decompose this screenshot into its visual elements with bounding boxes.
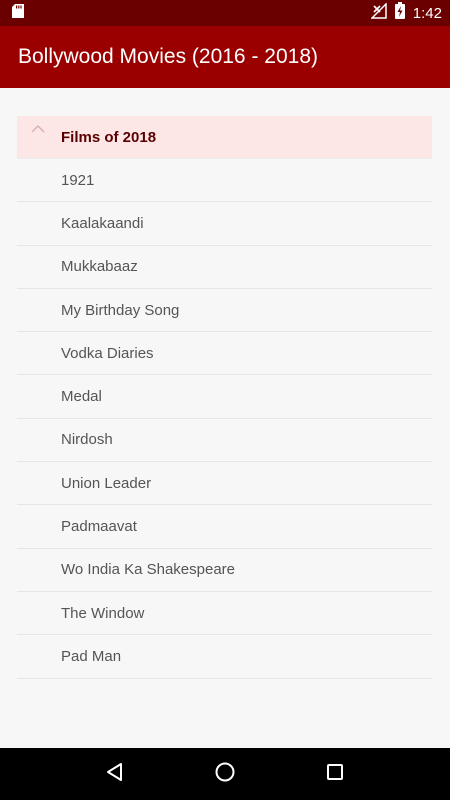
list-item[interactable]: Pad Man [17, 635, 432, 679]
list-item-label: Pad Man [61, 647, 122, 665]
battery-charging-icon [394, 2, 405, 24]
list-item[interactable]: Padmaavat [17, 505, 432, 549]
status-time: 1:42 [412, 4, 442, 22]
list-item[interactable]: 1921 [17, 159, 432, 203]
list-item[interactable]: Nirdosh [17, 419, 432, 463]
recents-icon [325, 762, 345, 787]
list-item-label: Nirdosh [61, 431, 113, 449]
list-item[interactable]: Wo India Ka Shakespeare [17, 549, 432, 592]
list-item[interactable]: The Window [17, 592, 432, 636]
status-bar: 1:42 [0, 0, 450, 26]
list-item[interactable]: Vodka Diaries [17, 332, 432, 376]
list-item-label: The Window [61, 604, 145, 622]
app-bar: Bollywood Movies (2016 - 2018) [0, 26, 450, 88]
list-item-label: Kaalakaandi [61, 214, 144, 232]
home-button[interactable] [210, 759, 240, 789]
navigation-bar [0, 748, 450, 800]
list-item[interactable]: Union Leader [17, 462, 432, 506]
back-button[interactable] [100, 759, 130, 789]
app-title: Bollywood Movies (2016 - 2018) [18, 45, 318, 68]
list-item[interactable]: Mukkabaaz [17, 246, 432, 289]
list-item-label: Mukkabaaz [61, 258, 138, 276]
home-icon [214, 761, 236, 788]
recents-button[interactable] [320, 759, 350, 789]
list-item[interactable]: Medal [17, 375, 432, 419]
signal-off-icon [369, 1, 387, 24]
list-item[interactable]: My Birthday Song [17, 289, 432, 333]
expandable-list: Films of 2018 1921 Kaalakaandi Mukkabaaz My… [17, 116, 432, 679]
list-item[interactable]: Kaalakaandi [17, 202, 432, 246]
chevron-up-icon [30, 122, 46, 138]
group-header-films-2018[interactable]: Films of 2018 [17, 116, 432, 159]
list-item-label: Union Leader [61, 474, 152, 492]
sd-card-icon [12, 3, 24, 23]
list-item-label: Wo India Ka Shakespeare [61, 561, 236, 579]
list-item-label: 1921 [61, 171, 95, 189]
back-icon [104, 761, 126, 788]
list-item-label: Medal [61, 388, 102, 406]
list-item-label: Vodka Diaries [61, 344, 154, 362]
list-item-label: My Birthday Song [61, 301, 180, 319]
content-area: Films of 2018 1921 Kaalakaandi Mukkabaaz My… [0, 88, 450, 748]
group-label: Films of 2018 [61, 128, 157, 146]
list-item-label: Padmaavat [61, 518, 137, 536]
